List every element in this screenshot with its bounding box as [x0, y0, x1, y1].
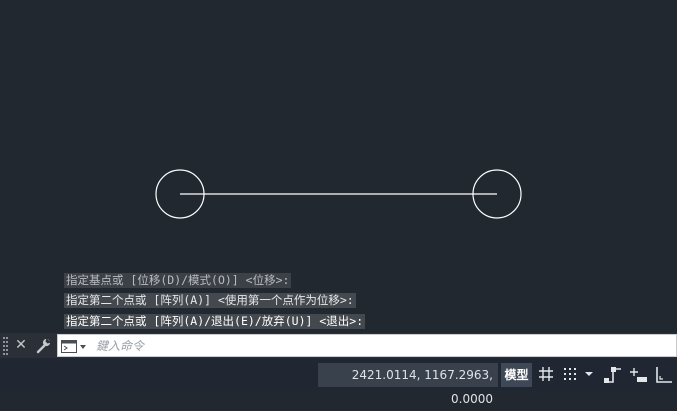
drag-handle[interactable]	[3, 336, 9, 355]
dropdown-arrow-icon[interactable]	[584, 366, 594, 382]
command-prompt-icon[interactable]	[61, 339, 93, 353]
history-line: 指定第二个点或 [阵列(A)] <使用第一个点作为位移>:	[64, 293, 356, 308]
otrack-icon[interactable]	[654, 366, 674, 384]
history-line: 指定第二个点或 [阵列(A)/退出(E)/放弃(U)] <退出>:	[64, 314, 366, 329]
command-bar: ✕ 鍵入命令	[0, 333, 677, 358]
wrench-icon[interactable]	[35, 337, 52, 354]
coordinate-readout: 2421.0114, 1167.2963, 0.0000	[318, 363, 498, 406]
command-placeholder: 鍵入命令	[96, 339, 145, 353]
command-input[interactable]: 鍵入命令	[57, 334, 677, 357]
history-line: 指定基点或 [位移(D)/模式(O)] <位移>:	[64, 273, 292, 288]
snap-grid-icon[interactable]	[562, 366, 578, 382]
model-space-button[interactable]: 模型	[501, 363, 532, 387]
grid-icon[interactable]	[538, 366, 554, 382]
close-icon[interactable]: ✕	[13, 335, 29, 355]
dynamic-input-icon[interactable]	[629, 366, 649, 384]
status-bar: 2421.0114, 1167.2963, 0.0000 模型	[0, 358, 677, 406]
ortho-icon[interactable]	[603, 366, 623, 384]
